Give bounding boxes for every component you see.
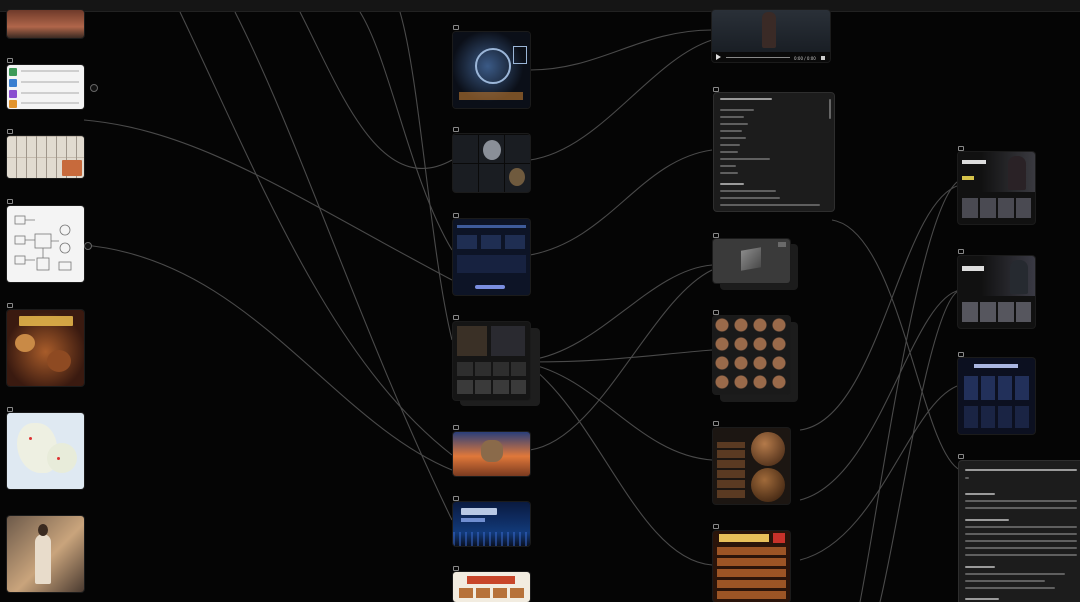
- image-node-future-tech-banner[interactable]: [453, 502, 530, 546]
- image-icon: [453, 24, 459, 30]
- image-node-sci-fi-hud[interactable]: [453, 32, 530, 108]
- image-icon: [453, 126, 459, 132]
- wire: [529, 349, 713, 363]
- node-label: [453, 565, 461, 571]
- node-label: [713, 309, 721, 315]
- image-icon: [453, 424, 459, 430]
- node-label: [958, 453, 966, 459]
- image-node-ui-palette[interactable]: [7, 65, 84, 109]
- wire: [529, 365, 713, 566]
- image-icon: [453, 565, 459, 571]
- text-node-notes[interactable]: [713, 92, 835, 212]
- scrollbar[interactable]: [829, 99, 831, 119]
- node-label: [7, 57, 15, 63]
- image-node-robot-grid[interactable]: [453, 134, 530, 192]
- node-label: [958, 248, 966, 254]
- wire: [879, 289, 961, 602]
- text-icon: [713, 86, 719, 92]
- image-node-wireframe-diagram[interactable]: [7, 206, 84, 282]
- node-label: [7, 302, 15, 308]
- image-node-street-photo[interactable]: [7, 10, 84, 38]
- image-node-streaming-ui-b[interactable]: [958, 256, 1035, 328]
- image-node-app-gallery[interactable]: [453, 322, 530, 400]
- image-icon: [713, 523, 719, 529]
- video-node-running-figure[interactable]: 0:00 / 0:00: [712, 10, 830, 62]
- image-icon: [453, 495, 459, 501]
- image-icon: [7, 57, 13, 63]
- video-progress-bar[interactable]: [726, 57, 790, 58]
- node-label: [453, 24, 461, 30]
- output-port[interactable]: [84, 242, 92, 250]
- volume-icon[interactable]: [821, 56, 825, 60]
- connection-wires: [83, 11, 961, 602]
- add-connection-port[interactable]: [90, 84, 98, 92]
- image-icon: [453, 314, 459, 320]
- text-node-doc[interactable]: [958, 460, 1080, 602]
- image-node-map[interactable]: [7, 413, 84, 489]
- node-label: [453, 314, 461, 320]
- image-icon: [453, 212, 459, 218]
- node-label: [713, 86, 721, 92]
- text-icon: [958, 453, 964, 459]
- image-icon: [7, 302, 13, 308]
- image-node-material-spheres[interactable]: [713, 316, 790, 394]
- image-icon: [713, 232, 719, 238]
- image-node-3d-cube[interactable]: [713, 239, 790, 283]
- image-node-food-poster[interactable]: [7, 310, 84, 386]
- image-icon: [713, 309, 719, 315]
- wire: [799, 289, 961, 501]
- wire: [83, 244, 453, 471]
- node-label: [7, 406, 15, 412]
- wire: [529, 269, 713, 451]
- image-node-character-sheet[interactable]: [7, 136, 84, 178]
- wire: [529, 363, 713, 461]
- image-node-streaming-ui-a[interactable]: [958, 152, 1035, 224]
- node-label: [958, 351, 966, 357]
- image-node-dark-dashboard[interactable]: [958, 358, 1035, 434]
- image-node-portrait-street[interactable]: [7, 516, 84, 592]
- node-label: [453, 424, 461, 430]
- wire: [529, 29, 713, 71]
- node-label: [453, 495, 461, 501]
- image-icon: [958, 248, 964, 254]
- node-label: [713, 232, 721, 238]
- node-label: [453, 126, 461, 132]
- play-icon[interactable]: [716, 54, 721, 60]
- image-icon: [958, 351, 964, 357]
- node-label: [713, 523, 721, 529]
- wire: [529, 264, 713, 361]
- wire: [831, 219, 961, 471]
- image-node-dashboard-ui[interactable]: [453, 219, 530, 295]
- wire: [529, 149, 713, 256]
- node-label: [7, 198, 15, 204]
- image-node-wood-spheres[interactable]: [713, 428, 790, 504]
- wire: [399, 11, 453, 341]
- wire: [529, 39, 713, 161]
- video-time: 0:00 / 0:00: [794, 56, 816, 61]
- image-icon: [713, 420, 719, 426]
- wire: [859, 179, 961, 602]
- wire: [234, 11, 453, 521]
- image-node-food-menu[interactable]: [713, 531, 790, 602]
- image-icon: [7, 406, 13, 412]
- wire: [799, 384, 961, 561]
- wire: [299, 11, 453, 169]
- node-label: [7, 128, 15, 134]
- node-label: [453, 212, 461, 218]
- node-label: [713, 420, 721, 426]
- wire: [179, 11, 453, 456]
- image-node-menu-poster[interactable]: [453, 572, 530, 602]
- image-icon: [7, 198, 13, 204]
- image-icon: [958, 145, 964, 151]
- image-icon: [7, 128, 13, 134]
- node-canvas[interactable]: 0:00 / 0:00: [0, 0, 1080, 602]
- image-node-cat-sunset[interactable]: [453, 432, 530, 476]
- node-label: [958, 145, 966, 151]
- wire: [359, 11, 453, 251]
